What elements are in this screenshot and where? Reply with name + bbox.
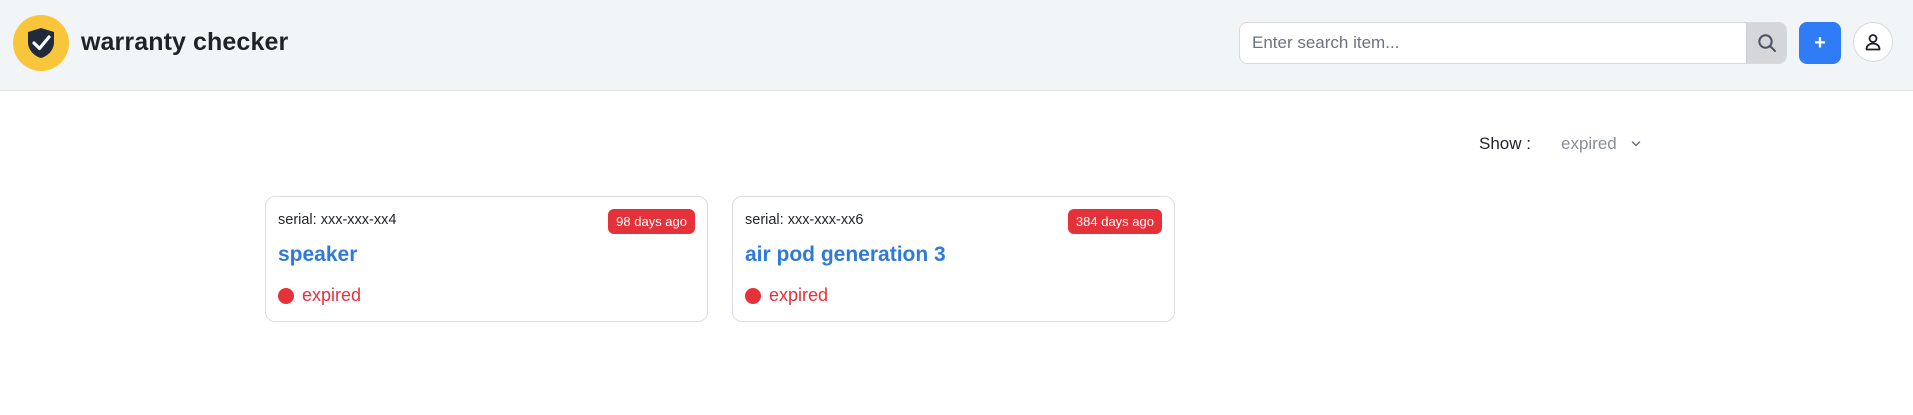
app-header: warranty checker + (0, 0, 1913, 91)
item-name-link[interactable]: speaker (278, 243, 357, 267)
app-logo[interactable] (13, 15, 69, 71)
filter-select[interactable]: expired (1561, 134, 1641, 154)
age-badge: 98 days ago (608, 209, 695, 234)
chevron-down-icon (1631, 141, 1640, 147)
search-icon (1757, 34, 1776, 52)
search-bar (1239, 22, 1787, 64)
filter-label: Show : (1479, 134, 1531, 153)
warranty-card[interactable]: serial: xxx-xxx-xx4 98 days ago speaker … (265, 196, 708, 322)
profile-button[interactable] (1853, 22, 1893, 62)
app-title: warranty checker (81, 28, 289, 56)
filter-selected-value: expired (1560, 134, 1617, 153)
search-button[interactable] (1746, 23, 1786, 63)
serial-number: serial: xxx-xxx-xx4 (278, 212, 397, 228)
status-dot-icon (278, 287, 294, 304)
item-name-link[interactable]: air pod generation 3 (745, 243, 946, 267)
serial-number: serial: xxx-xxx-xx6 (745, 212, 864, 228)
status-dot-icon (745, 287, 761, 304)
search-input[interactable] (1240, 23, 1746, 63)
age-badge: 384 days ago (1067, 209, 1162, 234)
status-label: expired (769, 285, 829, 305)
status-label: expired (302, 285, 362, 305)
add-item-button[interactable]: + (1799, 22, 1841, 64)
warranty-card[interactable]: serial: xxx-xxx-xx6 384 days ago air pod… (732, 196, 1175, 322)
status-filter: Show : expired (1479, 133, 1641, 155)
warranty-status: expired (745, 285, 828, 306)
user-icon (1865, 34, 1881, 51)
shield-check-icon (28, 28, 54, 58)
warranty-status: expired (278, 285, 361, 306)
